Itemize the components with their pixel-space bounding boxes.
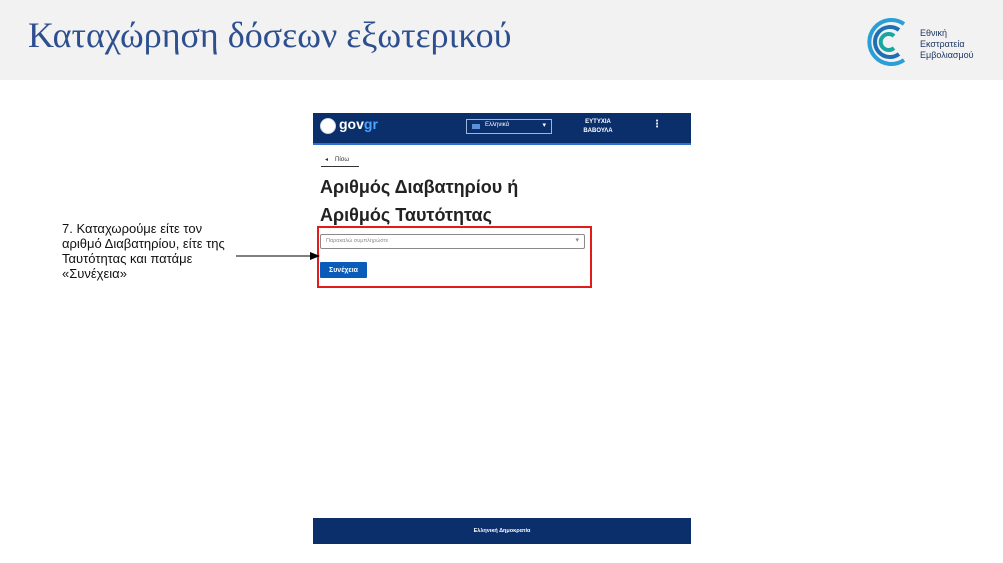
chevron-down-icon: ▾	[542, 122, 546, 129]
back-arrow-icon: ◂	[325, 157, 329, 163]
brand-gr: gr	[363, 116, 378, 132]
brand-gov: gov	[339, 116, 364, 132]
govgr-logo[interactable]: govgr	[339, 116, 378, 132]
language-label: Ελληνικά	[485, 122, 510, 128]
back-label: Πίσω	[335, 157, 350, 163]
more-menu-icon[interactable]: ⋮	[652, 119, 662, 130]
back-link[interactable]: ◂ Πίσω	[321, 155, 359, 167]
highlight-box	[317, 226, 592, 288]
slide-title: Καταχώρηση δόσεων εξωτερικού	[28, 15, 512, 55]
hellenic-emblem-icon	[320, 118, 336, 134]
logo-line: Εμβολιασμού	[920, 50, 974, 60]
heading-line: Αριθμός Διαβατηρίου ή	[320, 177, 519, 197]
heading-line: Αριθμός Ταυτότητας	[320, 205, 492, 225]
page-heading: Αριθμός Διαβατηρίου ή Αριθμός Ταυτότητας	[320, 173, 620, 229]
campaign-logo-icon	[867, 18, 906, 66]
user-name[interactable]: ΕΥΤΥΧΙΑ ΒΑΒΟΥΛΑ	[578, 118, 618, 136]
logo-line: Εκστρατεία	[920, 39, 965, 49]
user-name-line: ΕΥΤΥΧΙΑ	[585, 119, 611, 125]
govgr-footer: Ελληνική Δημοκρατία	[313, 518, 691, 544]
greek-flag-icon	[472, 124, 480, 129]
language-select[interactable]: Ελληνικά ▾	[466, 119, 552, 134]
top-bar-accent-line	[313, 143, 691, 145]
annotation-arrow-icon	[236, 252, 320, 260]
campaign-logo-text: Εθνική Εκστρατεία Εμβολιασμού	[920, 28, 974, 61]
user-name-line: ΒΑΒΟΥΛΑ	[583, 128, 613, 134]
logo-line: Εθνική	[920, 28, 948, 38]
step-annotation: 7. Καταχωρούμε είτε τον αριθμό Διαβατηρί…	[62, 221, 225, 281]
